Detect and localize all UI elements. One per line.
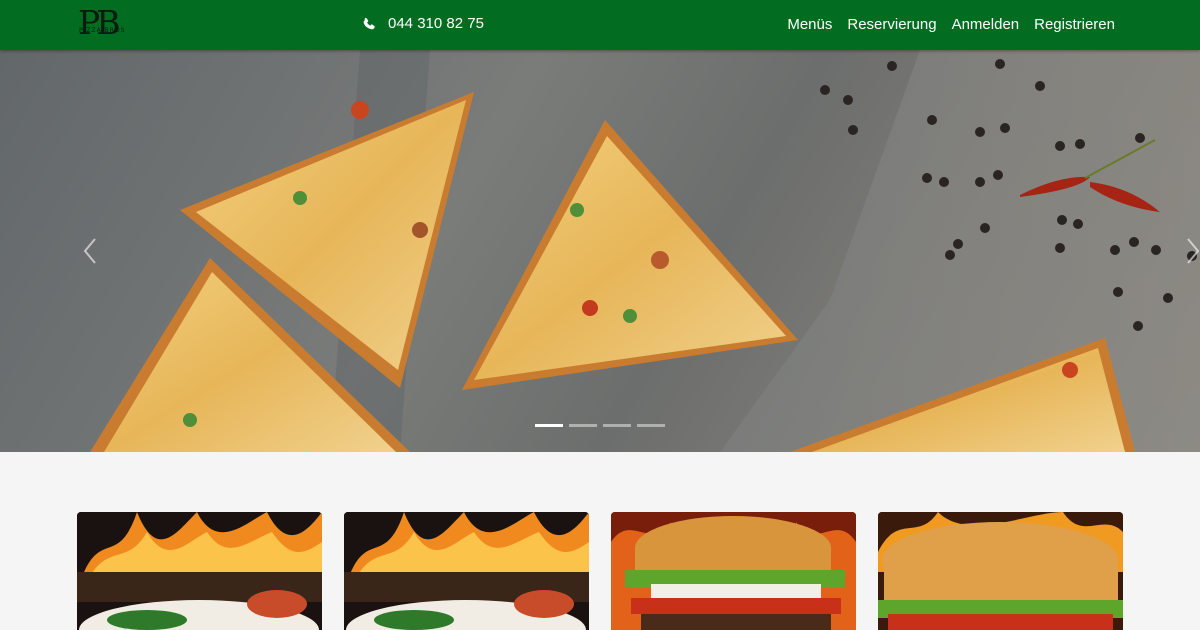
menu-card[interactable] — [344, 512, 589, 630]
menu-cards — [77, 512, 1124, 630]
menu-card[interactable] — [878, 512, 1123, 630]
carousel-indicator[interactable] — [569, 424, 597, 427]
header-bar: PB PIZZA BROS 044 310 82 75 Menüs Reserv… — [0, 0, 1200, 50]
pasta-fire-image — [344, 512, 589, 630]
logo[interactable]: PB PIZZA BROS — [78, 3, 138, 43]
logo-initials: PB — [78, 3, 121, 42]
menu-card[interactable] — [77, 512, 322, 630]
carousel-indicators — [535, 424, 665, 427]
carousel-indicator[interactable] — [637, 424, 665, 427]
carousel-indicator[interactable] — [535, 424, 563, 427]
carousel-next-icon[interactable] — [1186, 236, 1200, 266]
carousel-indicator[interactable] — [603, 424, 631, 427]
main-nav: Menüs Reservierung Anmelden Registrieren — [787, 16, 1115, 33]
hero-pizza-image — [90, 50, 1200, 452]
burger-image — [878, 512, 1123, 630]
carousel-prev-icon[interactable] — [80, 236, 100, 266]
burger-fire-image — [611, 512, 856, 630]
nav-login[interactable]: Anmelden — [952, 16, 1020, 33]
phone-icon — [363, 17, 375, 29]
nav-menus[interactable]: Menüs — [787, 16, 832, 33]
nav-reservation[interactable]: Reservierung — [847, 16, 936, 33]
logo-text: PIZZA BROS — [79, 27, 126, 34]
pasta-fire-image — [77, 512, 322, 630]
menu-card[interactable] — [611, 512, 856, 630]
phone-link[interactable]: 044 310 82 75 — [362, 15, 484, 32]
nav-register[interactable]: Registrieren — [1034, 16, 1115, 33]
phone-number: 044 310 82 75 — [388, 15, 484, 32]
hero-carousel — [0, 50, 1200, 452]
